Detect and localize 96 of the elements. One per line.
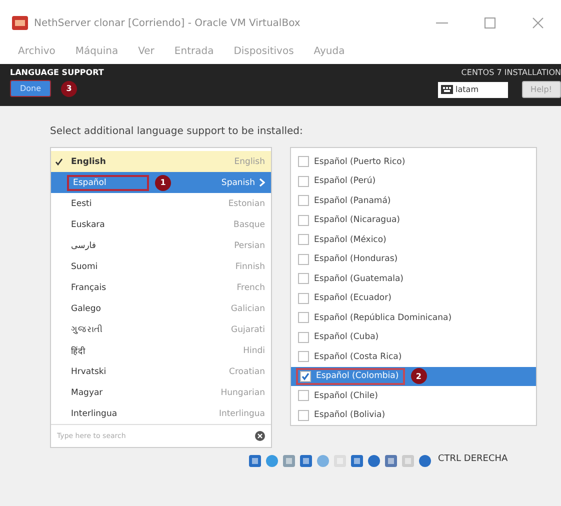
locale-row[interactable]: Español (México) [291,230,536,250]
checkbox[interactable] [298,410,309,421]
locale-row[interactable]: Español (Panamá) [291,191,536,210]
keyboard-icon [440,85,453,94]
native-name: Interlingua [70,408,118,420]
locale-name: Español (Perú) [314,176,376,186]
locale-row[interactable]: Español (Guatemala) [291,269,536,288]
language-row[interactable]: Español 1 Spanish [51,172,271,193]
instruction-text: Select additional language support to be installed: [50,126,304,137]
checkbox[interactable] [298,195,309,206]
locale-name: Español (Bolivia) [314,410,386,420]
chevron-icon [259,178,265,187]
locale-name: Español (Puerto Rico) [314,156,406,167]
locale-row[interactable]: Español (República Dominicana) [291,308,536,328]
english-name: Persian [234,240,265,250]
english-name: Finnish [235,262,265,272]
language-row[interactable]: Hrvatski Croatian [51,361,271,382]
locale-row[interactable]: Español (Costa Rica) [291,347,536,366]
language-row[interactable]: Magyar Hungarian [51,382,271,403]
language-row[interactable]: Galego Galician [51,298,271,319]
host-key-label: CTRL DERECHA [438,454,508,464]
locale-name: Español (México) [314,234,386,245]
native-name: Español [67,174,149,190]
english-name: English [234,156,265,166]
locale-name: Español (Guatemala) [314,274,404,284]
checkbox[interactable] [298,390,309,402]
clear-icon[interactable] [255,431,265,441]
native-name: हिंदी [70,345,86,358]
english-name: Hindi [243,346,265,356]
close-icon[interactable] [531,16,545,30]
keyboard-layout-text: latam [456,85,479,94]
language-row[interactable]: English English [51,151,271,172]
language-row[interactable]: ગુજરાતી Gujarati [51,319,271,340]
native-name: Galego [70,302,102,314]
language-row[interactable]: Suomi Finnish [51,256,271,277]
locale-name: Español (Costa Rica) [314,352,402,362]
english-name: Estonian [228,198,265,208]
checkbox[interactable] [298,176,309,187]
locale-name: Español (Honduras) [314,254,398,264]
checkbox[interactable] [298,273,309,284]
checkbox[interactable] [300,370,311,382]
native-name: ગુજરાતી [70,324,104,336]
native-name: Eesti [70,198,93,210]
locale-name: Español (República Dominicana) [314,312,452,323]
locale-name: Español (Nicaragua) [314,215,400,226]
native-name: English [70,156,107,168]
locale-row[interactable]: Español (Ecuador) [291,288,536,308]
language-row[interactable]: Français French [51,277,271,298]
native-name: فارسی [70,240,97,252]
locale-row[interactable]: Español (Colombia) 2 [291,366,536,386]
locale-row[interactable]: Español (Bolivia) [291,406,536,425]
english-name: Hungarian [220,388,265,398]
checkbox[interactable] [298,156,309,168]
locale-name: Español (Panamá) [314,196,391,206]
english-name: Interlingua [218,408,265,418]
callout-badge: 1 [155,174,171,190]
locale-row[interactable]: Español (Chile) [291,386,536,406]
locale-row[interactable]: Español (Cuba) [291,328,536,347]
english-name: French [236,282,265,292]
language-row[interactable]: Euskara Basque [51,214,271,235]
english-name: Gujarati [231,324,265,334]
english-name: Galician [230,304,265,314]
language-row[interactable]: हिंदी Hindi [51,340,271,361]
window-title: NethServer clonar [Corriendo] - Oracle VM VirtualBox [34,18,300,28]
locale-name: Español (Chile) [314,390,378,401]
native-name: Suomi [70,260,99,272]
locale-row[interactable]: Español (Perú) [291,172,536,191]
locale-row[interactable]: Español (Nicaragua) [291,210,536,230]
keyboard-layout-field[interactable]: latam [438,82,508,98]
language-row[interactable]: Interlingua Interlingua [51,403,271,424]
locale-row[interactable]: Español (Honduras) [291,250,536,269]
english-name: Croatian [229,366,265,376]
english-name: Basque [234,220,265,230]
maximize-icon[interactable] [483,16,497,30]
locale-row[interactable]: Español (Puerto Rico) [291,152,536,172]
native-name: Magyar [70,386,104,398]
checkbox[interactable] [298,312,309,324]
callout-badge: 2 [410,368,427,384]
native-name: Français [70,282,108,294]
callout-badge: 3 [61,80,78,96]
checkbox[interactable] [298,292,309,304]
locale-name: Español (Cuba) [314,332,379,342]
checkbox[interactable] [298,332,309,343]
product-title: CENTOS 7 INSTALLATION [461,68,561,77]
checkbox[interactable] [298,351,309,362]
app-icon [12,15,28,31]
screen-title: LANGUAGE SUPPORT [10,68,104,77]
locale-name: Español (Colombia) [316,371,399,382]
native-name: Euskara [70,218,106,230]
locale-name: Español (Ecuador) [314,293,392,304]
checkbox[interactable] [298,254,309,265]
native-name: Hrvatski [70,366,108,378]
checkbox[interactable] [298,214,309,226]
checkbox[interactable] [298,234,309,246]
language-row[interactable]: Eesti Estonian [51,193,271,214]
english-name: Spanish [221,178,255,188]
